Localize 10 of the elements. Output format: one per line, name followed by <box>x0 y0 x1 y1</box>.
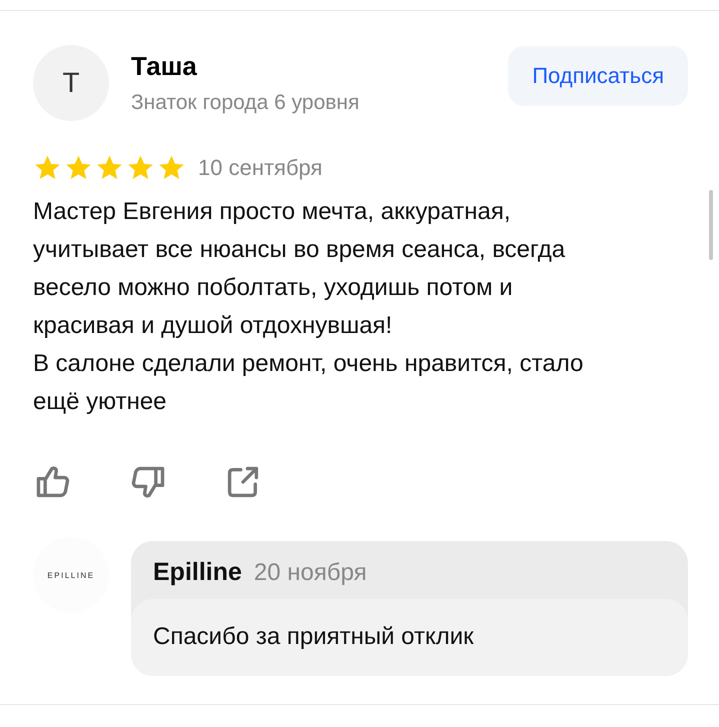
reply-date: 20 ноября <box>254 559 367 587</box>
review-text: Мастер Евгения просто мечта, аккуратная, учитывает все нюансы во время сеанса, всегда весело можно поболтать, уходишь потом и красивая и душой отдохнувшая! В салоне сделали ремонт, очень нравится, стало ещё уютнее <box>33 197 584 417</box>
user-name[interactable]: Таша <box>131 51 486 82</box>
subscribe-button[interactable]: Подписаться <box>508 46 688 106</box>
user-status: Знаток города 6 уровня <box>131 91 360 115</box>
user-avatar[interactable]: Т <box>33 45 109 121</box>
reply-author: Epilline <box>153 558 242 587</box>
review-date: 10 сентября <box>198 155 322 181</box>
scrollbar[interactable] <box>709 190 713 260</box>
reply-text: Спасибо за приятный отклик <box>131 599 688 676</box>
